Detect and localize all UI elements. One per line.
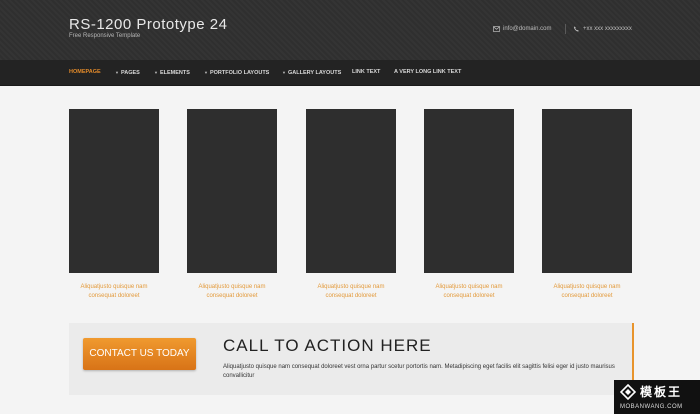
card-caption[interactable]: Aliquatjusto quisque nam consequat dolor…	[306, 283, 396, 301]
caret-icon: ▼	[282, 70, 286, 75]
nav-item-pages[interactable]: ▼ PAGES	[115, 60, 140, 85]
caption-line: Aliquatjusto quisque nam	[317, 284, 385, 290]
card-caption[interactable]: Aliquatjusto quisque nam consequat dolor…	[542, 283, 632, 301]
caret-icon: ▼	[204, 70, 208, 75]
nav-item-homepage[interactable]: HOMEPAGE	[69, 60, 101, 85]
caption-line: consequat doloreet	[88, 293, 140, 299]
portfolio-card[interactable]: Aliquatjusto quisque nam consequat dolor…	[187, 109, 277, 301]
cta-title: CALL TO ACTION HERE	[223, 336, 432, 355]
nav-label: ELEMENTS	[159, 70, 190, 76]
portfolio-card[interactable]: Aliquatjusto quisque nam consequat dolor…	[542, 109, 632, 301]
caption-line: consequat doloreet	[325, 293, 377, 299]
call-to-action-box: CONTACT US TODAY CALL TO ACTION HERE Ali…	[69, 323, 634, 395]
portfolio-card[interactable]: Aliquatjusto quisque nam consequat dolor…	[424, 109, 514, 301]
portfolio-card[interactable]: Aliquatjusto quisque nam consequat dolor…	[306, 109, 396, 301]
nav-label: PORTFOLIO LAYOUTS	[209, 70, 270, 76]
card-thumbnail[interactable]	[542, 109, 632, 273]
card-thumbnail[interactable]	[69, 109, 159, 273]
main-nav: HOMEPAGE ▼ PAGES ▼ ELEMENTS ▼ PORTFOLIO LAY…	[0, 60, 700, 86]
card-caption[interactable]: Aliquatjusto quisque nam consequat dolor…	[424, 283, 514, 301]
caret-icon: ▼	[154, 70, 158, 75]
card-caption[interactable]: Aliquatjusto quisque nam consequat dolor…	[69, 283, 159, 301]
nav-item-long-link-text[interactable]: A VERY LONG LINK TEXT	[394, 60, 461, 85]
watermark-logo-icon	[620, 384, 636, 400]
caret-icon: ▼	[115, 70, 119, 75]
email-text: info@domain.com	[503, 26, 552, 32]
caption-line: consequat doloreet	[561, 293, 613, 299]
nav-item-elements[interactable]: ▼ ELEMENTS	[154, 60, 190, 85]
envelope-icon	[493, 26, 500, 32]
caption-line: consequat doloreet	[206, 293, 258, 299]
site-header: RS-1200 Prototype 24 Free Responsive Tem…	[0, 0, 700, 60]
site-title[interactable]: RS-1200 Prototype 24	[69, 16, 227, 33]
contact-us-button[interactable]: CONTACT US TODAY	[83, 338, 196, 370]
phone-icon	[574, 26, 579, 32]
nav-label: LINK TEXT	[352, 69, 381, 75]
nav-item-link-text[interactable]: LINK TEXT	[352, 60, 380, 85]
nav-item-portfolio-layouts[interactable]: ▼ PORTFOLIO LAYOUTS	[204, 60, 269, 85]
portfolio-card[interactable]: Aliquatjusto quisque nam consequat dolor…	[69, 109, 159, 301]
watermark: 模板王 MOBANWANG.COM	[614, 380, 700, 414]
nav-label: HOMEPAGE	[69, 69, 101, 75]
watermark-url: MOBANWANG.COM	[620, 404, 683, 410]
nav-label: PAGES	[120, 70, 140, 76]
nav-label: A VERY LONG LINK TEXT	[394, 69, 462, 75]
watermark-text: 模板王	[640, 385, 683, 399]
caption-line: Aliquatjusto quisque nam	[198, 284, 266, 290]
caption-line: Aliquatjusto quisque nam	[553, 284, 621, 290]
phone-text: +xx xxx xxxxxxxxx	[583, 26, 632, 32]
card-thumbnail[interactable]	[306, 109, 396, 273]
card-thumbnail[interactable]	[424, 109, 514, 273]
cta-text: Aliquatjusto quisque nam consequat dolor…	[223, 364, 615, 379]
card-caption[interactable]: Aliquatjusto quisque nam consequat dolor…	[187, 283, 277, 301]
site-subtitle: Free Responsive Template	[69, 33, 141, 39]
nav-item-gallery-layouts[interactable]: ▼ GALLERY LAYOUTS	[282, 60, 341, 85]
caption-line: consequat doloreet	[443, 293, 495, 299]
contact-divider	[565, 24, 566, 34]
caption-line: Aliquatjusto quisque nam	[80, 284, 148, 290]
card-thumbnail[interactable]	[187, 109, 277, 273]
nav-label: GALLERY LAYOUTS	[287, 70, 342, 76]
contact-email[interactable]: info@domain.com	[493, 26, 551, 32]
caption-line: Aliquatjusto quisque nam	[435, 284, 503, 290]
contact-phone[interactable]: +xx xxx xxxxxxxxx	[573, 26, 632, 32]
